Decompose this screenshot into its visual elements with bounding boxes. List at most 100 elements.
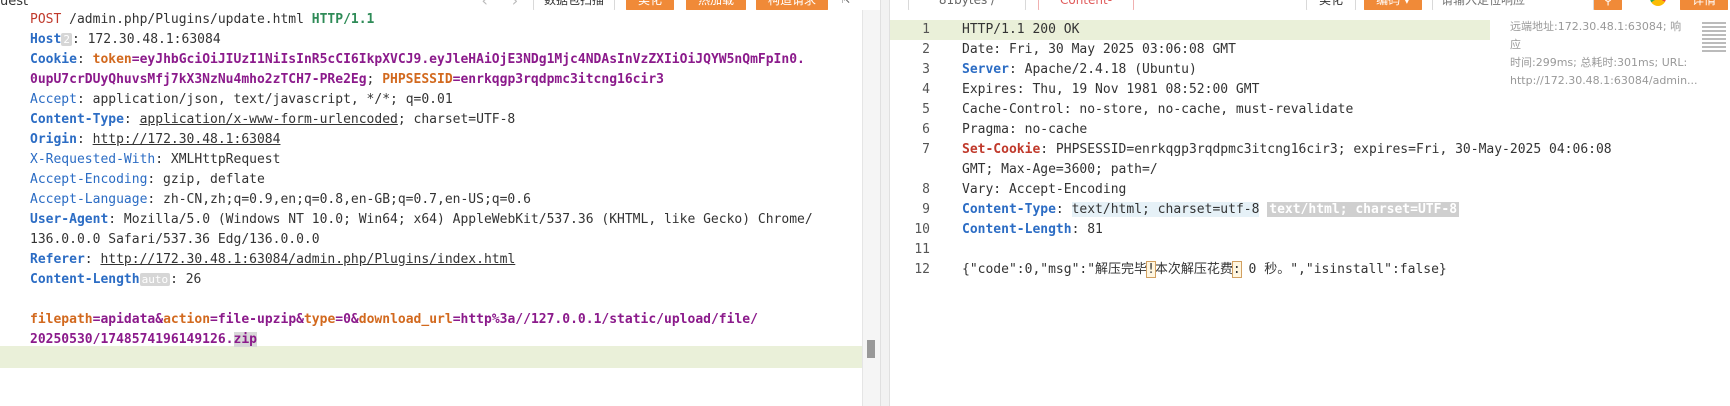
header-key: User-Agent (30, 212, 109, 227)
cookie-session-value: =enrkqgp3rqdpmc3itcng16cir3 (452, 72, 664, 87)
line-number: 11 (914, 242, 930, 257)
header-cache-control: Cache-Control: no-store, no-cache, must-… (962, 102, 1354, 117)
request-editor[interactable]: POST /admin.php/Plugins/update.html HTTP… (0, 10, 862, 406)
request-line: POST /admin.php/Plugins/update.html HTTP… (30, 10, 374, 30)
header-value: : Mozilla/5.0 (Windows NT 10.0; Win64; x… (108, 212, 813, 227)
header-value: : zh-CN,zh;q=0.9,en;q=0.8,en-GB;q=0.7,en… (147, 192, 531, 207)
header-key: Server (962, 62, 1009, 77)
response-toolbar: 81bytes / 299ms Content-Type 美化 编码 ▾ ⚲ 详… (890, 0, 1730, 29)
header-value: : 172.30.48.1:63084 (71, 32, 221, 47)
line-number: 7 (922, 142, 930, 157)
response-meta-panel: 远端地址:172.30.48.1:63084; 响应 时间:299ms; 总耗时… (1510, 18, 1698, 90)
meta-url: http://172.30.48.1:63084/admin... (1510, 74, 1698, 87)
header-user-agent-cont: 136.0.0.0 Safari/537.36 Edg/136.0.0.0 (30, 230, 320, 250)
header-set-cookie: Set-Cookie: PHPSESSID=enrkqgp3rqdpmc3itc… (962, 140, 1612, 160)
param-value: =http%3a//127.0.0.1/static/upload/file/ (452, 312, 758, 327)
request-body-line1: filepath=apidata&action=file-upzip&type=… (30, 310, 758, 330)
header-cookie-cont: 0upU7crDUyQhuvsMfj7kX3NzNu4mho2zTCH7-PRe… (30, 72, 664, 87)
param-key: action (163, 312, 211, 327)
line-number: 8 (922, 182, 930, 197)
header-expires: Expires: Thu, 19 Nov 1981 08:52:00 GMT (962, 82, 1260, 97)
back-arrow-icon[interactable]: ‹ (480, 0, 490, 10)
header-value-2: 136.0.0.0 Safari/537.36 Edg/136.0.0.0 (30, 232, 320, 247)
param-value: =0& (335, 312, 359, 327)
header-value: : 81 (1071, 222, 1103, 237)
request-body-line2: 20250530/1748574196149126.zip (30, 330, 257, 350)
charset-hint-tag: text/html; charset=UTF-8 (1267, 202, 1460, 217)
param-key: type (303, 312, 336, 327)
method: POST (30, 12, 62, 27)
referer-link[interactable]: http://172.30.48.1:63084/admin.php/Plugi… (100, 252, 515, 267)
header-set-cookie-cont: GMT; Max-Age=3600; path=/ (962, 162, 1158, 177)
meta-remote-address: 远端地址:172.30.48.1:63084; 响应 (1510, 20, 1682, 51)
header-value: : Apache/2.4.18 (Ubuntu) (1008, 62, 1197, 77)
header-user-agent: User-Agent: Mozilla/5.0 (Windows NT 10.0… (30, 210, 813, 230)
selected-text: zip (233, 332, 257, 347)
scroll-thumb[interactable] (867, 340, 875, 358)
header-pragma: Pragma: no-cache (962, 122, 1088, 137)
cookie-token-key: token (92, 52, 132, 67)
header-content-length: Content-Length: 81 (962, 220, 1103, 240)
meta-timing: 时间:299ms; 总耗时:301ms; URL: (1510, 56, 1688, 69)
header-key: Referer (30, 252, 85, 267)
header-value: : 26 (170, 272, 202, 287)
header-accept-language: Accept-Language: zh-CN,zh;q=0.9,en;q=0.8… (30, 190, 531, 210)
header-accept-encoding: Accept-Encoding: gzip, deflate (30, 170, 265, 190)
header-value: application/x-www-form-urlencoded (139, 112, 398, 127)
header-content-type: Content-Type: text/html; charset=utf-8 t… (962, 202, 1460, 217)
line-number: 5 (922, 102, 930, 117)
header-key: Accept (30, 92, 77, 107)
line-number: 6 (922, 122, 930, 137)
header-content-length: Content-Length auto: 26 (30, 270, 201, 290)
origin-link[interactable]: http://172.30.48.1:63084 (93, 132, 281, 147)
header-origin: Origin: http://172.30.48.1:63084 (30, 132, 281, 147)
status-line: HTTP/1.1 200 OK (962, 22, 1080, 37)
auto-tag: auto (139, 273, 171, 286)
header-x-requested-with: X-Requested-With: XMLHttpRequest (30, 150, 280, 170)
line-number: 10 (914, 222, 930, 237)
param-value-cont: 20250530/1748574196149126. (30, 332, 234, 347)
param-value: =file-upzip& (210, 312, 304, 327)
json-part-marked: : (1231, 261, 1242, 278)
header-key: Origin (30, 132, 77, 147)
param-value: =apidata& (92, 312, 164, 327)
cookie-token-value: =eyJhbGciOiJIUzI1NiIsInR5cCI6IkpXVCJ9.ey… (131, 52, 805, 67)
host-tag: 2 (61, 33, 72, 46)
header-referer: Referer: http://172.30.48.1:63084/admin.… (30, 252, 516, 267)
line-number: 4 (922, 82, 930, 97)
json-part-marked: ! (1146, 261, 1156, 278)
response-body: {"code":0,"msg":"解压完毕!本次解压花费: 0 秒。","isi… (962, 260, 1447, 280)
header-vary: Vary: Accept-Encoding (962, 182, 1127, 197)
minimap-preview[interactable] (1702, 22, 1726, 52)
pane-divider[interactable] (880, 0, 890, 406)
cookie-session-key: PHPSESSID (382, 72, 453, 87)
line-number: 9 (922, 202, 930, 217)
request-tab-label: uest (0, 0, 29, 9)
param-key: filepath (30, 312, 93, 327)
header-key: Accept-Encoding (30, 172, 148, 187)
header-date: Date: Fri, 30 May 2025 03:06:08 GMT (962, 42, 1236, 57)
header-key: Content-Type (30, 112, 124, 127)
header-value: : application/json, text/javascript, */*… (76, 92, 453, 107)
request-path: /admin.php/Plugins/update.html (61, 12, 312, 27)
expand-icon[interactable]: ⇱ (842, 0, 850, 7)
header-value: : gzip, deflate (147, 172, 265, 187)
browser-icon[interactable] (1650, 0, 1666, 6)
param-key: download_url (358, 312, 453, 327)
json-part: {"code":0,"msg":"解压完毕 (962, 262, 1148, 277)
header-accept: Accept: application/json, text/javascrip… (30, 90, 453, 110)
http-version: HTTP/1.1 (311, 12, 375, 27)
header-cookie: Cookie: token=eyJhbGciOiJIUzI1NiIsInR5cC… (30, 52, 805, 67)
encode-label: 编码 (1376, 0, 1401, 7)
header-value-2: ; charset=UTF-8 (397, 112, 516, 127)
request-scrollbar[interactable] (862, 10, 881, 406)
header-key: Content-Length (30, 272, 140, 287)
line-number: 1 (922, 22, 930, 37)
forward-arrow-icon[interactable]: › (510, 0, 520, 10)
header-key: X-Requested-With (30, 152, 156, 167)
search-icon: ⚲ (1603, 0, 1613, 7)
header-key: Content-Type (962, 202, 1056, 217)
header-server: Server: Apache/2.4.18 (Ubuntu) (962, 60, 1197, 80)
response-minimap[interactable] (1700, 10, 1730, 406)
header-value: text/html; charset=utf-8 (1071, 202, 1260, 217)
